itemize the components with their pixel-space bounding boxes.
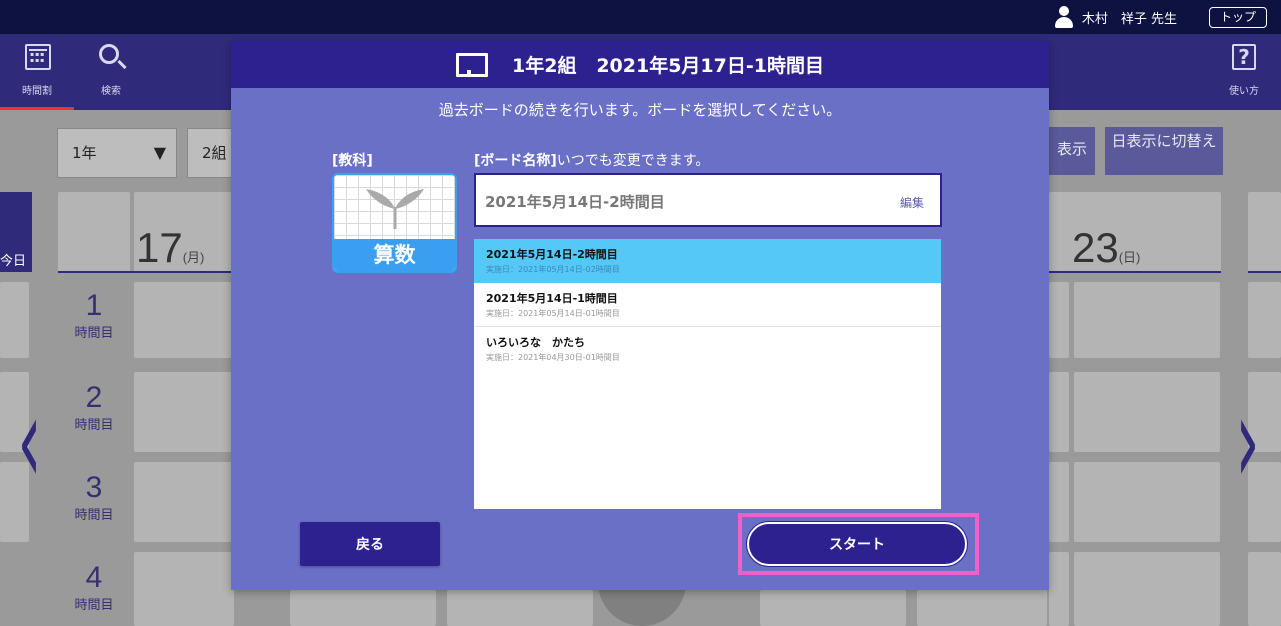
board-item-name: 2021年5月14日-1時間目 [486, 292, 618, 305]
board-list-item[interactable]: 2021年5月14日-2時間目 実施日：2021年05月14日-02時間目 [474, 239, 941, 283]
calendar-cell[interactable] [1049, 552, 1069, 626]
weekday: (日) [1118, 250, 1141, 265]
week-display-button[interactable]: 表示 [1049, 127, 1095, 175]
dialog-title-class: 1年2組 [512, 55, 577, 77]
board-item-name: 2021年5月14日-2時間目 [486, 248, 618, 261]
prev-week-arrow-icon[interactable]: ‹ [18, 372, 42, 512]
calendar-cell[interactable] [1074, 462, 1220, 542]
period-label: 1 時間目 [58, 289, 130, 342]
board-list[interactable]: 2021年5月14日-2時間目 実施日：2021年05月14日-02時間目 20… [474, 239, 941, 509]
edit-board-name-button[interactable]: 編集 [900, 194, 924, 211]
dialog-title: 1年2組 2021年5月17日-1時間目 [512, 51, 824, 78]
calendar-cell [1248, 282, 1281, 358]
period-number: 3 [85, 471, 103, 504]
calendar-corner-cell [58, 192, 130, 272]
board-name-field[interactable]: 2021年5月14日-2時間目 編集 [474, 173, 942, 227]
period-label: 3 時間目 [58, 471, 130, 524]
day-header-last: 23(日) [1072, 224, 1140, 272]
day-display-button[interactable]: 日表示に切替え [1105, 127, 1223, 175]
day-header-cell [1248, 192, 1281, 272]
board-item-date: 実施日：2021年05月14日-01時間目 [486, 309, 620, 318]
top-button[interactable]: トップ [1208, 7, 1267, 28]
resume-board-dialog: 1年2組 2021年5月17日-1時間目 過去ボードの続きを行います。ボードを選… [231, 41, 1049, 590]
period-text: 時間目 [74, 508, 114, 523]
header-divider [1049, 271, 1221, 273]
day-header-first: 17(月) [136, 224, 204, 272]
board-list-item[interactable]: いろいろな かたち 実施日：2021年04月30日-01時間目 [474, 327, 941, 371]
board-item-date: 実施日：2021年05月14日-02時間目 [486, 265, 620, 274]
calendar-cell [1248, 552, 1281, 626]
calendar-cell[interactable] [290, 590, 436, 626]
calendar-cell[interactable] [1074, 552, 1220, 626]
nav-search[interactable]: 検索 [74, 34, 148, 110]
nav-search-label: 検索 [101, 86, 121, 97]
day-number: 23 [1072, 224, 1119, 271]
dialog-header: 1年2組 2021年5月17日-1時間目 [231, 41, 1049, 88]
weekday: (月) [182, 250, 205, 265]
subject-label: [教科] [332, 153, 373, 169]
calendar-cell [0, 282, 29, 358]
calendar-cell[interactable] [1049, 372, 1069, 452]
user-info: 木村 祥子 先生 [1054, 6, 1177, 28]
calendar-cell[interactable] [134, 462, 234, 542]
search-icon [99, 44, 119, 64]
whiteboard-icon [456, 52, 489, 77]
nav-help-label: 使い方 [1229, 86, 1259, 97]
period-number: 2 [85, 381, 103, 414]
header-divider [1248, 271, 1281, 273]
period-label: 2 時間目 [58, 381, 130, 434]
board-name-value: 2021年5月14日-2時間目 [485, 193, 665, 211]
today-label[interactable]: 今日 [0, 192, 32, 272]
period-label: 4 時間目 [58, 561, 130, 614]
calendar-cell[interactable] [134, 372, 234, 452]
calendar-cell[interactable] [134, 552, 234, 626]
calendar-cell[interactable] [1074, 282, 1220, 358]
start-button[interactable]: スタート [747, 522, 967, 566]
grade-select[interactable]: 1年 ▼ [57, 128, 177, 178]
board-name-label-note: いつでも変更できます。 [556, 153, 710, 169]
chevron-down-icon: ▼ [153, 143, 166, 162]
calendar-cell[interactable] [134, 282, 234, 358]
calendar-cell[interactable] [1049, 462, 1069, 542]
calendar-cell[interactable] [917, 590, 1047, 626]
period-text: 時間目 [74, 418, 114, 433]
calendar-cell[interactable] [1049, 282, 1069, 358]
class-select-value: 2組 [202, 144, 227, 162]
user-name: 木村 祥子 先生 [1081, 11, 1177, 27]
next-week-arrow-icon[interactable]: › [1236, 372, 1260, 512]
day-number: 17 [136, 224, 183, 271]
help-icon: ? [1232, 44, 1256, 70]
calendar-icon [25, 44, 51, 70]
calendar-cell[interactable] [1074, 372, 1220, 452]
board-item-date: 実施日：2021年04月30日-01時間目 [486, 353, 620, 362]
period-text: 時間目 [74, 598, 114, 613]
grade-select-value: 1年 [72, 144, 97, 162]
subject-name: 算数 [334, 239, 455, 271]
top-bar: 木村 祥子 先生 トップ [0, 0, 1281, 34]
period-text: 時間目 [74, 326, 114, 341]
nav-timetable-label: 時間割 [22, 86, 52, 97]
back-button[interactable]: 戻る [300, 522, 440, 566]
board-name-label: [ボード名称]いつでも変更できます。 [474, 150, 709, 170]
period-number: 1 [85, 289, 103, 322]
header-divider [58, 271, 233, 273]
period-number: 4 [85, 561, 103, 594]
board-list-item[interactable]: 2021年5月14日-1時間目 実施日：2021年05月14日-01時間目 [474, 283, 941, 327]
calendar-cell[interactable] [447, 590, 593, 626]
subject-card[interactable]: 算数 [332, 173, 457, 273]
sprout-icon [366, 189, 424, 229]
dialog-instruction: 過去ボードの続きを行います。ボードを選択してください。 [438, 101, 842, 119]
user-icon [1054, 6, 1074, 28]
nav-timetable[interactable]: 時間割 [0, 34, 74, 110]
nav-help[interactable]: ? 使い方 [1207, 34, 1281, 110]
board-item-name: いろいろな かたち [486, 336, 585, 349]
dialog-title-date: 2021年5月17日-1時間目 [596, 55, 824, 77]
board-name-label-bold: [ボード名称] [474, 153, 557, 169]
calendar-cell[interactable] [760, 590, 906, 626]
